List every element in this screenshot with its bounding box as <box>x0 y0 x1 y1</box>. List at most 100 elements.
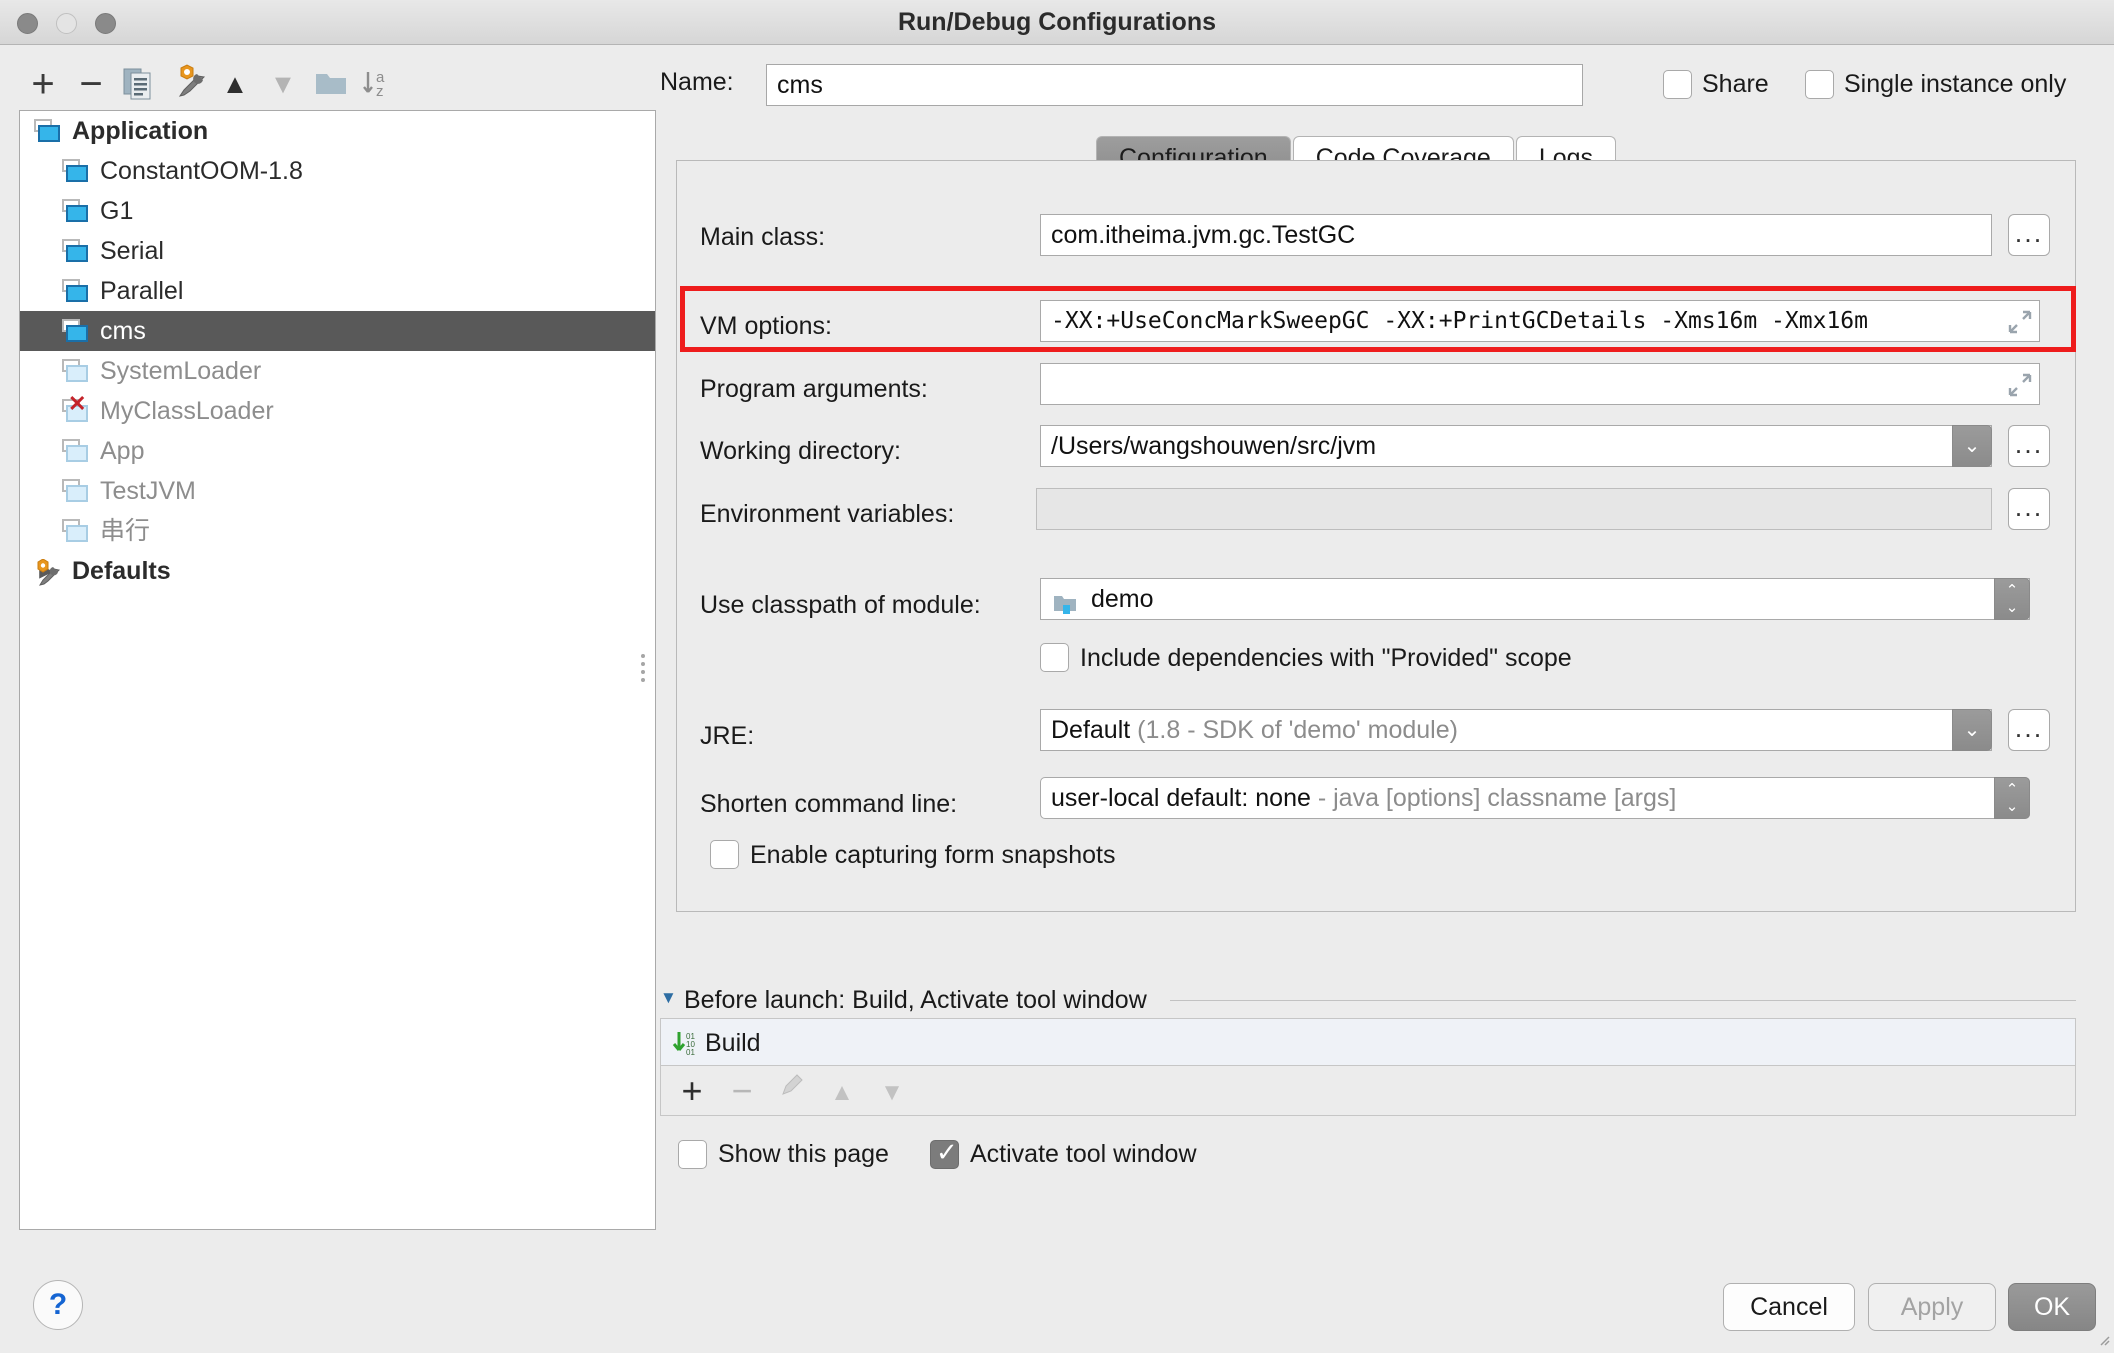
program-arguments-expand-icon[interactable] <box>2006 371 2032 397</box>
panel-splitter[interactable] <box>638 650 648 686</box>
edit-defaults-button[interactable] <box>164 58 210 110</box>
environment-variables-input[interactable] <box>1036 488 1992 530</box>
run-config-error-icon: ✕ <box>60 399 90 423</box>
tree-item-app[interactable]: App <box>20 431 655 471</box>
show-this-page-checkbox[interactable] <box>678 1140 707 1169</box>
use-classpath-label: Use classpath of module: <box>700 591 981 620</box>
remove-configuration-button[interactable]: − <box>68 58 114 110</box>
resize-grip[interactable] <box>2096 1325 2110 1339</box>
remove-task-button[interactable]: − <box>719 1066 765 1116</box>
tree-item-constantoom-1-8[interactable]: ConstantOOM-1.8 <box>20 151 655 191</box>
main-class-input[interactable]: com.itheima.jvm.gc.TestGC <box>1040 214 1992 256</box>
add-task-button[interactable]: + <box>669 1066 715 1116</box>
configurations-tree[interactable]: ▼ApplicationConstantOOM-1.8G1SerialParal… <box>19 110 656 1230</box>
plus-icon: + <box>681 1070 702 1111</box>
edit-task-button[interactable] <box>769 1066 815 1116</box>
show-this-page-label: Show this page <box>718 1123 889 1185</box>
environment-variables-browse-button[interactable]: ... <box>2008 488 2050 530</box>
gear-wrench-icon <box>32 559 62 583</box>
tree-item-label: Defaults <box>72 551 171 591</box>
tree-item-label: MyClassLoader <box>100 391 274 431</box>
tree-item-myclassloader[interactable]: ✕ MyClassLoader <box>20 391 655 431</box>
chevron-down-icon: ⌄ <box>1964 435 1981 457</box>
vm-options-input[interactable]: -XX:+UseConcMarkSweepGC -XX:+PrintGCDeta… <box>1040 300 2040 342</box>
apply-button[interactable]: Apply <box>1868 1283 1996 1331</box>
shorten-value: user-local default: none <box>1051 784 1311 812</box>
window-title-bar: Run/Debug Configurations <box>0 0 2114 45</box>
tree-item-serial[interactable]: Serial <box>20 231 655 271</box>
tree-item-label: TestJVM <box>100 471 196 511</box>
enable-snapshots-checkbox[interactable] <box>710 840 739 869</box>
run-config-icon <box>60 239 90 263</box>
tree-item-label: SystemLoader <box>100 351 261 391</box>
before-launch-twisty[interactable]: ▼ <box>660 988 677 1008</box>
main-class-label: Main class: <box>700 223 825 252</box>
tree-item-systemloader[interactable]: SystemLoader <box>20 351 655 391</box>
shorten-command-line-stepper[interactable]: ⌃ ⌄ <box>1994 777 2030 819</box>
sort-configurations-button[interactable]: a z <box>356 58 402 110</box>
svg-text:01: 01 <box>686 1048 695 1057</box>
triangle-up-icon: ▲ <box>212 58 258 110</box>
chevron-up-icon: ⌃ <box>2006 582 2019 599</box>
minus-icon: − <box>68 58 114 110</box>
working-directory-browse-button[interactable]: ... <box>2008 425 2050 467</box>
cancel-button[interactable]: Cancel <box>1723 1283 1855 1331</box>
single-instance-checkbox[interactable] <box>1805 70 1834 99</box>
shorten-command-line-combo[interactable]: user-local default: none - java [options… <box>1040 777 2030 819</box>
run-config-pale-icon <box>60 479 90 503</box>
share-checkbox[interactable] <box>1663 70 1692 99</box>
single-instance-label: Single instance only <box>1844 53 2066 115</box>
activate-tool-window-checkbox[interactable] <box>930 1140 959 1169</box>
jre-combo[interactable]: Default (1.8 - SDK of 'demo' module) <box>1040 709 1992 751</box>
include-provided-label: Include dependencies with "Provided" sco… <box>1080 627 1572 689</box>
enable-snapshots-label: Enable capturing form snapshots <box>750 824 1116 886</box>
environment-variables-label: Environment variables: <box>700 500 954 529</box>
tree-item-label: Parallel <box>100 271 183 311</box>
tree-item-[interactable]: 串行 <box>20 511 655 551</box>
before-launch-list[interactable]: 01 10 01 Build <box>660 1018 2076 1066</box>
share-label: Share <box>1702 53 1769 115</box>
move-task-down-button[interactable]: ▼ <box>869 1066 915 1116</box>
build-compile-icon: 01 10 01 <box>671 1028 701 1065</box>
working-directory-dropdown[interactable]: ⌄ <box>1952 425 1992 467</box>
add-configuration-button[interactable]: + <box>20 58 66 110</box>
copy-configuration-button[interactable] <box>116 58 162 110</box>
tree-item-label: ConstantOOM-1.8 <box>100 151 303 191</box>
tree-item-testjvm[interactable]: TestJVM <box>20 471 655 511</box>
jre-browse-button[interactable]: ... <box>2008 709 2050 751</box>
chevron-down-icon: ⌄ <box>2006 798 2019 815</box>
name-input[interactable]: cms <box>766 64 1583 106</box>
move-up-button[interactable]: ▲ <box>212 58 258 110</box>
program-arguments-label: Program arguments: <box>700 375 928 404</box>
ok-button[interactable]: OK <box>2008 1283 2096 1331</box>
before-launch-item-build[interactable]: Build <box>705 1019 761 1067</box>
move-down-button[interactable]: ▼ <box>260 58 306 110</box>
use-classpath-stepper[interactable]: ⌃ ⌄ <box>1994 578 2030 620</box>
shorten-hint: - java [options] classname [args] <box>1318 784 1677 812</box>
before-launch-divider <box>1170 1000 2076 1001</box>
tree-item-defaults[interactable]: ▶Defaults <box>20 551 655 591</box>
configurations-toolbar: + − ▲ ▼ <box>20 58 440 110</box>
include-provided-checkbox[interactable] <box>1040 643 1069 672</box>
tree-item-label: G1 <box>100 191 133 231</box>
vm-options-expand-icon[interactable] <box>2006 308 2032 334</box>
use-classpath-combo[interactable]: demo <box>1040 578 2030 620</box>
tree-item-parallel[interactable]: Parallel <box>20 271 655 311</box>
tree-item-application[interactable]: ▼Application <box>20 111 655 151</box>
jre-dropdown[interactable]: ⌄ <box>1952 709 1992 751</box>
move-task-up-button[interactable]: ▲ <box>819 1066 865 1116</box>
use-classpath-value: demo <box>1091 579 1154 619</box>
chevron-down-icon: ⌄ <box>1964 719 1981 741</box>
help-button[interactable]: ? <box>33 1280 83 1330</box>
vm-options-label: VM options: <box>700 312 832 341</box>
run-config-icon <box>60 159 90 183</box>
main-class-browse-button[interactable]: ... <box>2008 214 2050 256</box>
tree-item-g1[interactable]: G1 <box>20 191 655 231</box>
working-directory-input[interactable]: /Users/wangshouwen/src/jvm <box>1040 425 1992 467</box>
tree-item-label: App <box>100 431 144 471</box>
program-arguments-input[interactable] <box>1040 363 2040 405</box>
create-folder-button[interactable] <box>308 58 354 110</box>
working-directory-label: Working directory: <box>700 437 901 466</box>
tree-item-cms[interactable]: cms <box>20 311 655 351</box>
run-config-icon <box>60 279 90 303</box>
